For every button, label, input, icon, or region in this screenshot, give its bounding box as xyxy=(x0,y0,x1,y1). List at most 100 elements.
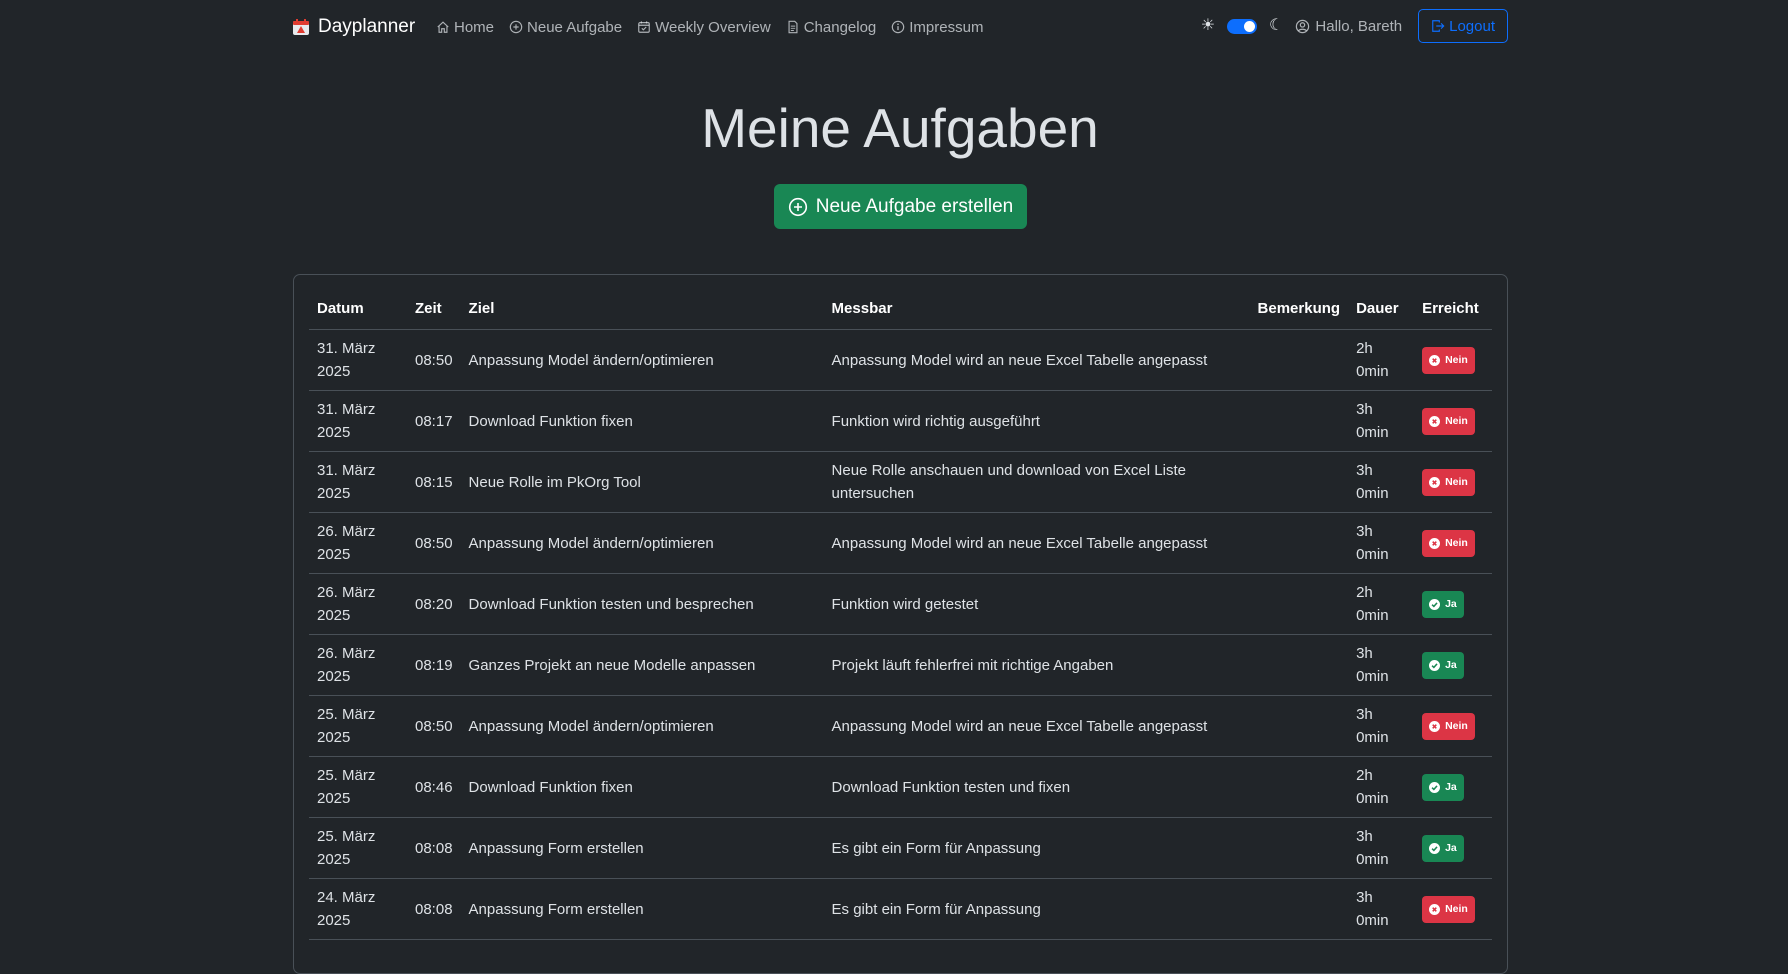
table-header-row: Datum Zeit Ziel Messbar Bemerkung Dauer … xyxy=(309,287,1492,330)
header-erreicht: Erreicht xyxy=(1414,287,1492,330)
cell-messbar: Es gibt ein Form für Anpassung xyxy=(823,878,1250,940)
status-badge: Nein xyxy=(1422,529,1475,557)
home-icon xyxy=(437,21,449,33)
cell-datum: 26. März 2025 xyxy=(309,512,407,574)
theme-toggle[interactable] xyxy=(1227,18,1258,34)
cell-dauer: 3h 0min xyxy=(1348,512,1415,574)
status-badge: Nein xyxy=(1422,712,1475,740)
calendar-check-icon xyxy=(638,21,650,33)
navbar: Dayplanner Home Neue Aufgabe Weekly Over… xyxy=(0,0,1788,52)
header-zeit: Zeit xyxy=(407,287,461,330)
status-badge-label: Nein xyxy=(1445,536,1468,549)
status-badge-label: Nein xyxy=(1445,414,1468,427)
header-ziel: Ziel xyxy=(460,287,824,330)
logout-label: Logout xyxy=(1449,17,1495,35)
x-circle-icon xyxy=(1429,415,1441,427)
brand-link[interactable]: Dayplanner xyxy=(292,14,415,40)
nav-changelog-label: Changelog xyxy=(803,18,877,36)
cell-erreicht: Nein xyxy=(1414,451,1492,513)
calendar-logo-icon xyxy=(293,19,309,35)
brand-label: Dayplanner xyxy=(318,16,416,37)
status-badge: Ja xyxy=(1422,651,1464,679)
header-bemerkung: Bemerkung xyxy=(1249,287,1349,330)
cell-bemerkung xyxy=(1249,878,1349,940)
cell-ziel: Neue Rolle im PkOrg Tool xyxy=(460,451,824,513)
status-badge-label: Ja xyxy=(1445,658,1457,671)
status-badge: Nein xyxy=(1422,407,1475,435)
status-badge: Ja xyxy=(1422,773,1464,801)
x-circle-icon xyxy=(1429,903,1441,915)
logout-button[interactable]: Logout xyxy=(1418,9,1508,43)
cell-erreicht: Nein xyxy=(1414,390,1492,452)
table-row: 26. März 2025 08:20 Download Funktion test… xyxy=(309,573,1492,635)
cell-datum: 26. März 2025 xyxy=(309,573,407,635)
greeting-label: Hallo, Bareth xyxy=(1315,17,1403,35)
cell-messbar: Funktion wird getestet xyxy=(823,573,1250,635)
cell-zeit: 08:15 xyxy=(407,451,461,513)
cell-datum: 25. März 2025 xyxy=(309,695,407,757)
cell-zeit: 08:20 xyxy=(407,573,461,635)
create-task-button[interactable]: Neue Aufgabe erstellen xyxy=(774,184,1027,229)
table-row: 24. März 2025 08:08 Anpassung Form erstell… xyxy=(309,878,1492,940)
cell-zeit: 08:08 xyxy=(407,817,461,879)
cell-ziel: Anpassung Model ändern/optimieren xyxy=(460,329,824,391)
cell-dauer: 2h 0min xyxy=(1348,573,1415,635)
status-badge: Nein xyxy=(1422,346,1475,374)
tasks-table: Datum Zeit Ziel Messbar Bemerkung Dauer … xyxy=(309,287,1492,940)
logout-icon xyxy=(1432,20,1445,32)
cell-ziel: Anpassung Model ändern/optimieren xyxy=(460,512,824,574)
cell-erreicht: Nein xyxy=(1414,695,1492,757)
cell-ziel: Download Funktion fixen xyxy=(460,390,824,452)
cell-bemerkung xyxy=(1249,390,1349,452)
table-row: 31. März 2025 08:17 Download Funktion fixe… xyxy=(309,390,1492,452)
nav-impressum[interactable]: Impressum xyxy=(891,19,983,36)
nav-weekly-overview[interactable]: Weekly Overview xyxy=(637,19,771,36)
cell-zeit: 08:46 xyxy=(407,756,461,818)
cell-dauer: 2h 0min xyxy=(1348,756,1415,818)
cell-dauer: 3h 0min xyxy=(1348,695,1415,757)
cell-messbar: Projekt läuft fehlerfrei mit richtige An… xyxy=(823,634,1250,696)
cell-bemerkung xyxy=(1249,695,1349,757)
table-row: 25. März 2025 08:08 Anpassung Form erstell… xyxy=(309,817,1492,879)
status-badge-label: Nein xyxy=(1445,719,1468,732)
nav-new-task[interactable]: Neue Aufgabe xyxy=(509,19,622,36)
cell-zeit: 08:50 xyxy=(407,512,461,574)
cell-messbar: Anpassung Model wird an neue Excel Tabel… xyxy=(823,512,1250,574)
cell-datum: 26. März 2025 xyxy=(309,634,407,696)
plus-circle-icon xyxy=(788,197,807,216)
cell-erreicht: Ja xyxy=(1414,817,1492,879)
cell-zeit: 08:50 xyxy=(407,329,461,391)
header-dauer: Dauer xyxy=(1348,287,1415,330)
status-badge: Nein xyxy=(1422,895,1475,923)
document-icon xyxy=(788,20,798,34)
cell-dauer: 2h 0min xyxy=(1348,329,1415,391)
cell-dauer: 3h 0min xyxy=(1348,390,1415,452)
check-circle-icon xyxy=(1429,842,1441,854)
nav-impressum-label: Impressum xyxy=(909,18,984,36)
cell-datum: 25. März 2025 xyxy=(309,817,407,879)
check-circle-icon xyxy=(1429,598,1441,610)
toggle-knob xyxy=(1244,20,1256,32)
status-badge-label: Nein xyxy=(1445,902,1468,915)
cell-erreicht: Ja xyxy=(1414,634,1492,696)
cell-ziel: Anpassung Form erstellen xyxy=(460,817,824,879)
cell-erreicht: Nein xyxy=(1414,878,1492,940)
x-circle-icon xyxy=(1429,720,1441,732)
cell-bemerkung xyxy=(1249,817,1349,879)
nav-home[interactable]: Home xyxy=(436,19,494,36)
status-badge-label: Ja xyxy=(1445,780,1457,793)
cell-zeit: 08:50 xyxy=(407,695,461,757)
x-circle-icon xyxy=(1429,537,1441,549)
status-badge: Ja xyxy=(1422,590,1464,618)
nav-changelog[interactable]: Changelog xyxy=(786,18,877,36)
cell-messbar: Funktion wird richtig ausgeführt xyxy=(823,390,1250,452)
cell-messbar: Download Funktion testen und fixen xyxy=(823,756,1250,818)
cell-zeit: 08:17 xyxy=(407,390,461,452)
cell-messbar: Neue Rolle anschauen und download von Ex… xyxy=(823,451,1250,513)
cell-messbar: Anpassung Model wird an neue Excel Tabel… xyxy=(823,695,1250,757)
cell-dauer: 3h 0min xyxy=(1348,634,1415,696)
cell-erreicht: Nein xyxy=(1414,512,1492,574)
status-badge-label: Nein xyxy=(1445,353,1468,366)
nav-links: Home Neue Aufgabe Weekly Overview Change… xyxy=(436,14,983,40)
status-badge: Nein xyxy=(1422,468,1475,496)
